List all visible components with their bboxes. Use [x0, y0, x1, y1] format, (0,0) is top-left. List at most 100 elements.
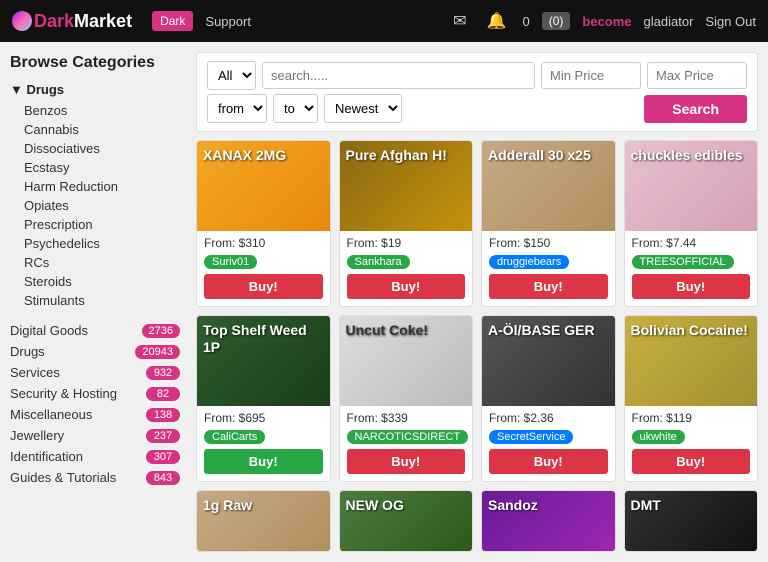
product-image: XANAX 2MG: [197, 141, 330, 231]
product-image: DMT: [625, 491, 758, 551]
product-card: Uncut Coke! From: $339 NARCOTICSDIRECT B…: [339, 315, 474, 482]
product-price: From: $19: [347, 236, 466, 250]
miscellaneous-count: 138: [146, 408, 180, 422]
buy-button[interactable]: Buy!: [347, 274, 466, 299]
product-seller[interactable]: ukwhite: [632, 430, 685, 444]
logo: DarkMarket: [12, 11, 132, 32]
product-title: NEW OG: [346, 497, 467, 514]
buy-button[interactable]: Buy!: [489, 274, 608, 299]
product-price: From: $2.36: [489, 411, 608, 425]
security-count: 82: [146, 387, 180, 401]
buy-button[interactable]: Buy!: [204, 449, 323, 474]
product-card: chuckles edibles From: $7.44 TREESOFFICI…: [624, 140, 759, 307]
product-image: 1g Raw: [197, 491, 330, 551]
product-title: Adderall 30 x25: [488, 147, 609, 164]
product-title: DMT: [631, 497, 752, 514]
sidebar-item-dissociatives[interactable]: Dissociatives: [10, 139, 180, 158]
product-image: Top Shelf Weed 1P: [197, 316, 330, 406]
product-title: Bolivian Cocaine!: [631, 322, 752, 339]
product-card: Bolivian Cocaine! From: $119 ukwhite Buy…: [624, 315, 759, 482]
cart-button[interactable]: (0): [542, 12, 571, 30]
product-card: Sandoz: [481, 490, 616, 552]
sidebar-item-cannabis[interactable]: Cannabis: [10, 120, 180, 139]
product-seller[interactable]: NARCOTICSDIRECT: [347, 430, 469, 444]
product-image: Pure Afghan H!: [340, 141, 473, 231]
sidebar-item-digital-goods[interactable]: Digital Goods 2736: [10, 320, 180, 341]
product-image: A-Öl/BASE GER: [482, 316, 615, 406]
max-price-input[interactable]: [647, 62, 747, 89]
logo-market-text: Market: [74, 11, 132, 32]
guides-label: Guides & Tutorials: [10, 470, 116, 485]
user-link[interactable]: gladiator: [644, 14, 694, 29]
sidebar-item-rcs[interactable]: RCs: [10, 253, 180, 272]
dark-mode-button[interactable]: Dark: [152, 11, 193, 31]
sidebar-item-psychedelics[interactable]: Psychedelics: [10, 234, 180, 253]
product-seller[interactable]: Sankhara: [347, 255, 410, 269]
security-label: Security & Hosting: [10, 386, 117, 401]
product-title: Uncut Coke!: [346, 322, 467, 339]
category-select[interactable]: All: [207, 61, 256, 90]
buy-button[interactable]: Buy!: [632, 274, 751, 299]
sidebar-title: Browse Categories: [10, 54, 180, 72]
mail-icon[interactable]: ✉: [453, 11, 466, 31]
product-price: From: $339: [347, 411, 466, 425]
min-price-input[interactable]: [541, 62, 641, 89]
buy-button[interactable]: Buy!: [632, 449, 751, 474]
product-image: NEW OG: [340, 491, 473, 551]
sidebar-item-ecstasy[interactable]: Ecstasy: [10, 158, 180, 177]
product-card: Adderall 30 x25 From: $150 druggiebears …: [481, 140, 616, 307]
product-seller[interactable]: TREESOFFICIAL: [632, 255, 734, 269]
sidebar-item-security[interactable]: Security & Hosting 82: [10, 383, 180, 404]
support-link[interactable]: Support: [205, 14, 251, 29]
product-image: Uncut Coke!: [340, 316, 473, 406]
product-image: Adderall 30 x25: [482, 141, 615, 231]
search-bar: All from to Newest Search: [196, 52, 758, 132]
sidebar-item-miscellaneous[interactable]: Miscellaneous 138: [10, 404, 180, 425]
sidebar-item-opiates[interactable]: Opiates: [10, 196, 180, 215]
logo-dark-text: Dark: [34, 11, 74, 32]
sidebar-item-guides[interactable]: Guides & Tutorials 843: [10, 467, 180, 488]
product-title: Top Shelf Weed 1P: [203, 322, 324, 356]
sidebar-item-identification[interactable]: Identification 307: [10, 446, 180, 467]
sidebar-item-harm-reduction[interactable]: Harm Reduction: [10, 177, 180, 196]
sidebar-item-benzos[interactable]: Benzos: [10, 101, 180, 120]
product-card: XANAX 2MG From: $310 Suriv01 Buy!: [196, 140, 331, 307]
search-row-2: from to Newest Search: [207, 94, 747, 123]
product-seller[interactable]: druggiebears: [489, 255, 569, 269]
product-price: From: $150: [489, 236, 608, 250]
search-input[interactable]: [262, 62, 535, 89]
product-seller[interactable]: CaliCarts: [204, 430, 265, 444]
buy-button[interactable]: Buy!: [347, 449, 466, 474]
buy-button[interactable]: Buy!: [204, 274, 323, 299]
guides-count: 843: [146, 471, 180, 485]
product-title: chuckles edibles: [631, 147, 752, 164]
product-title: Pure Afghan H!: [346, 147, 467, 164]
notification-icon[interactable]: 🔔: [487, 11, 507, 31]
search-row-1: All: [207, 61, 747, 90]
sort-select[interactable]: Newest: [324, 94, 402, 123]
product-seller[interactable]: SecretService: [489, 430, 573, 444]
sidebar-item-drugs[interactable]: Drugs 20943: [10, 341, 180, 362]
sign-out-link[interactable]: Sign Out: [705, 14, 756, 29]
product-title: Sandoz: [488, 497, 609, 514]
drugs-section-label[interactable]: ▼ Drugs: [10, 82, 180, 97]
search-button[interactable]: Search: [644, 95, 747, 123]
jewellery-count: 237: [146, 429, 180, 443]
from-select[interactable]: from: [207, 94, 267, 123]
product-seller[interactable]: Suriv01: [204, 255, 257, 269]
become-link[interactable]: become: [582, 14, 631, 29]
product-card: 1g Raw: [196, 490, 331, 552]
sidebar-item-jewellery[interactable]: Jewellery 237: [10, 425, 180, 446]
header: DarkMarket Dark Support ✉ 🔔 0 (0) become…: [0, 0, 768, 42]
buy-button[interactable]: Buy!: [489, 449, 608, 474]
product-price: From: $119: [632, 411, 751, 425]
product-card: NEW OG: [339, 490, 474, 552]
product-card: Pure Afghan H! From: $19 Sankhara Buy!: [339, 140, 474, 307]
digital-goods-label: Digital Goods: [10, 323, 88, 338]
main-content: All from to Newest Search: [190, 42, 768, 562]
sidebar-item-steroids[interactable]: Steroids: [10, 272, 180, 291]
sidebar-item-prescription[interactable]: Prescription: [10, 215, 180, 234]
sidebar-item-stimulants[interactable]: Stimulants: [10, 291, 180, 310]
sidebar-item-services[interactable]: Services 932: [10, 362, 180, 383]
to-select[interactable]: to: [273, 94, 318, 123]
